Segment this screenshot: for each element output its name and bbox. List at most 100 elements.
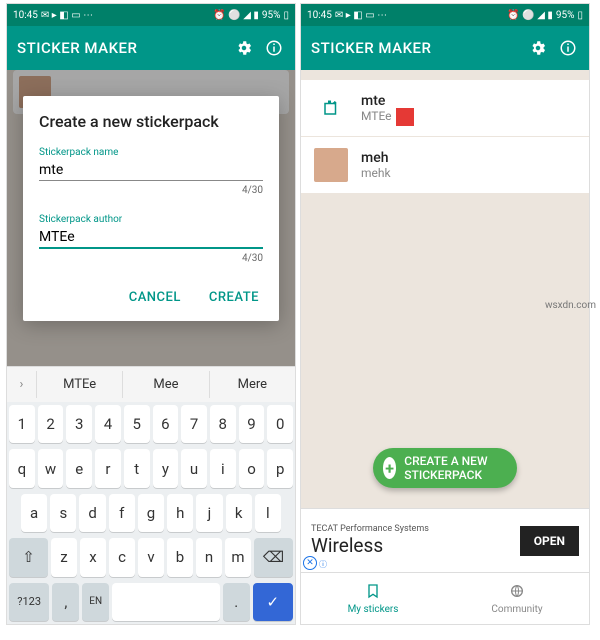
info-icon[interactable] <box>557 37 579 59</box>
battery-icon: ▯ <box>283 10 289 21</box>
status-time: 10:45 <box>307 10 332 21</box>
status-battery: 95% <box>262 10 281 21</box>
pack-title: mte <box>361 93 392 109</box>
key-5[interactable]: 5 <box>124 405 150 443</box>
globe-icon <box>509 583 525 602</box>
watermark: wsxdn.com <box>545 300 596 311</box>
key-4[interactable]: 4 <box>95 405 121 443</box>
gear-icon[interactable] <box>527 37 549 59</box>
ad-info-icon[interactable]: ⓘ <box>319 559 327 570</box>
key-period[interactable]: . <box>223 583 250 621</box>
gear-icon[interactable] <box>233 37 255 59</box>
ad-headline-top: TECAT Performance Systems <box>311 524 520 534</box>
key-m[interactable]: m <box>225 538 251 576</box>
status-icons-right: ⏰ ⚪ ◢ ▮ <box>507 10 553 21</box>
key-f[interactable]: f <box>109 494 135 532</box>
cancel-button[interactable]: CANCEL <box>125 282 185 313</box>
key-s[interactable]: s <box>50 494 76 532</box>
key-j[interactable]: j <box>196 494 222 532</box>
author-input[interactable] <box>39 225 263 249</box>
bottom-nav: My stickers Community <box>301 572 589 624</box>
name-field: Stickerpack name 4/30 <box>39 147 263 196</box>
key-i[interactable]: i <box>210 449 236 487</box>
create-stickerpack-dialog: Create a new stickerpack Stickerpack nam… <box>23 96 279 321</box>
key-9[interactable]: 9 <box>239 405 265 443</box>
key-o[interactable]: o <box>239 449 265 487</box>
key-c[interactable]: c <box>109 538 135 576</box>
key-u[interactable]: u <box>181 449 207 487</box>
right-screenshot: 10:45 ✉ ▸ ◧ ▭ ⋯ ⏰ ⚪ ◢ ▮ 95% ▯ STICKER MA… <box>300 3 590 625</box>
author-field: Stickerpack author 4/30 <box>39 214 263 264</box>
fab-label: CREATE A NEW STICKERPACK <box>404 454 503 482</box>
key-v[interactable]: v <box>138 538 164 576</box>
suggestion-expand-icon[interactable]: › <box>7 371 37 398</box>
create-button[interactable]: CREATE <box>205 282 263 313</box>
key-2[interactable]: 2 <box>38 405 64 443</box>
key-symbols[interactable]: ?123 <box>9 583 49 621</box>
tab-my-stickers[interactable]: My stickers <box>301 573 445 624</box>
key-8[interactable]: 8 <box>210 405 236 443</box>
suggestion-3[interactable]: Mere <box>210 371 295 398</box>
key-comma[interactable]: , <box>52 583 79 621</box>
key-w[interactable]: w <box>38 449 64 487</box>
key-e[interactable]: e <box>66 449 92 487</box>
tab-community[interactable]: Community <box>445 573 589 624</box>
key-q[interactable]: q <box>9 449 35 487</box>
annotation-arrow-right <box>396 108 414 126</box>
key-r[interactable]: r <box>95 449 121 487</box>
status-bar: 10:45 ✉ ▸ ◧ ▭ ⋯ ⏰ ⚪ ◢ ▮ 95% ▯ <box>7 4 295 26</box>
key-3[interactable]: 3 <box>66 405 92 443</box>
app-title: STICKER MAKER <box>311 39 519 57</box>
name-input[interactable] <box>39 158 263 181</box>
status-icons-left: ✉ ▸ ◧ ▭ ⋯ <box>41 10 93 21</box>
key-l[interactable]: l <box>255 494 281 532</box>
ad-headline-bottom: Wireless <box>311 534 520 557</box>
suggestion-2[interactable]: Mee <box>123 371 209 398</box>
plus-icon: + <box>383 457 396 479</box>
key-g[interactable]: g <box>138 494 164 532</box>
keyboard: 1 2 3 4 5 6 7 8 9 0 q w e r t y u i o p … <box>7 402 295 624</box>
key-backspace[interactable]: ⌫ <box>254 538 293 576</box>
key-n[interactable]: n <box>196 538 222 576</box>
key-y[interactable]: y <box>153 449 179 487</box>
key-0[interactable]: 0 <box>267 405 293 443</box>
status-bar: 10:45 ✉ ▸ ◧ ▭ ⋯ ⏰ ⚪ ◢ ▮ 95% ▯ <box>301 4 589 26</box>
key-z[interactable]: z <box>51 538 77 576</box>
key-1[interactable]: 1 <box>9 405 35 443</box>
key-d[interactable]: d <box>79 494 105 532</box>
create-stickerpack-fab[interactable]: + CREATE A NEW STICKERPACK <box>373 448 517 488</box>
tab-label: Community <box>491 604 542 615</box>
key-language[interactable]: EN <box>82 583 109 621</box>
left-screenshot: 10:45 ✉ ▸ ◧ ▭ ⋯ ⏰ ⚪ ◢ ▮ 95% ▯ STICKER MA… <box>6 3 296 625</box>
name-counter: 4/30 <box>39 185 263 196</box>
status-battery: 95% <box>556 10 575 21</box>
pack-item-meh[interactable]: meh mehk <box>301 137 589 193</box>
key-b[interactable]: b <box>167 538 193 576</box>
key-6[interactable]: 6 <box>153 405 179 443</box>
suggestion-1[interactable]: MTEe <box>37 371 123 398</box>
pack-item-mte[interactable]: mte MTEe <box>301 80 589 136</box>
key-a[interactable]: a <box>21 494 47 532</box>
key-shift[interactable]: ⇧ <box>9 538 48 576</box>
dialog-title: Create a new stickerpack <box>39 112 263 131</box>
key-enter[interactable]: ✓ <box>253 583 293 621</box>
key-x[interactable]: x <box>80 538 106 576</box>
keyboard-suggestion-bar: › MTEe Mee Mere <box>7 366 295 402</box>
status-icons-right: ⏰ ⚪ ◢ ▮ <box>213 10 259 21</box>
ad-open-button[interactable]: OPEN <box>520 526 579 556</box>
pack-author: MTEe <box>361 109 392 123</box>
key-h[interactable]: h <box>167 494 193 532</box>
key-p[interactable]: p <box>267 449 293 487</box>
battery-icon: ▯ <box>577 10 583 21</box>
key-7[interactable]: 7 <box>181 405 207 443</box>
status-time: 10:45 <box>13 10 38 21</box>
ad-close-icon[interactable]: ✕ <box>303 556 317 570</box>
key-t[interactable]: t <box>124 449 150 487</box>
bookmark-icon <box>365 583 381 602</box>
pack-list-area: mte MTEe meh mehk + CREATE A NEW STICKER… <box>301 70 589 624</box>
ad-banner[interactable]: TECAT Performance Systems Wireless OPEN … <box>301 508 589 572</box>
key-k[interactable]: k <box>226 494 252 532</box>
key-space[interactable] <box>112 583 220 621</box>
info-icon[interactable] <box>263 37 285 59</box>
author-label: Stickerpack author <box>39 214 263 225</box>
